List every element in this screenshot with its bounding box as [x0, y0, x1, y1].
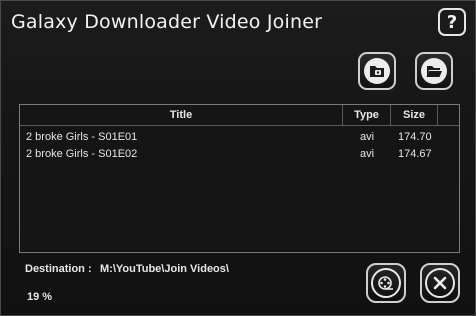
close-button[interactable]	[420, 263, 460, 303]
add-video-file-icon	[364, 58, 390, 84]
row-title: 2 broke Girls - S01E02	[26, 148, 138, 160]
close-icon	[425, 268, 455, 298]
join-button[interactable]	[366, 263, 406, 303]
title-bar: Galaxy Downloader Video Joiner ?	[1, 1, 475, 43]
list-header: Title Type Size	[20, 105, 459, 126]
column-header-size[interactable]: Size	[391, 105, 438, 125]
table-row[interactable]: 2 broke Girls - S01E01 avi 174.70	[20, 129, 459, 145]
open-folder-button[interactable]	[415, 52, 453, 90]
row-type: avi	[360, 131, 375, 143]
row-size: 174.70	[398, 131, 432, 143]
column-type-label: Type	[354, 109, 379, 121]
destination-label: Destination :	[25, 263, 92, 275]
column-header-title[interactable]: Title	[20, 105, 343, 125]
column-header-type[interactable]: Type	[343, 105, 391, 125]
film-reel-icon	[371, 268, 401, 298]
row-type: avi	[360, 148, 375, 160]
app-window: Galaxy Downloader Video Joiner ? Title T…	[0, 0, 476, 316]
help-label: ?	[446, 11, 458, 33]
progress-percent: 19 %	[27, 291, 53, 303]
add-file-button[interactable]	[358, 52, 396, 90]
row-size: 174.67	[398, 148, 432, 160]
help-button[interactable]: ?	[438, 8, 466, 36]
row-title: 2 broke Girls - S01E01	[26, 131, 138, 143]
open-folder-icon	[421, 58, 447, 84]
column-title-label: Title	[169, 109, 193, 121]
column-size-label: Size	[402, 109, 425, 121]
destination-path[interactable]: M:\YouTube\Join Videos\	[100, 263, 229, 275]
table-row[interactable]: 2 broke Girls - S01E02 avi 174.67	[20, 146, 459, 162]
file-list[interactable]: Title Type Size 2 broke Girls - S01E01 a…	[19, 104, 460, 253]
window-title: Galaxy Downloader Video Joiner	[11, 11, 323, 33]
